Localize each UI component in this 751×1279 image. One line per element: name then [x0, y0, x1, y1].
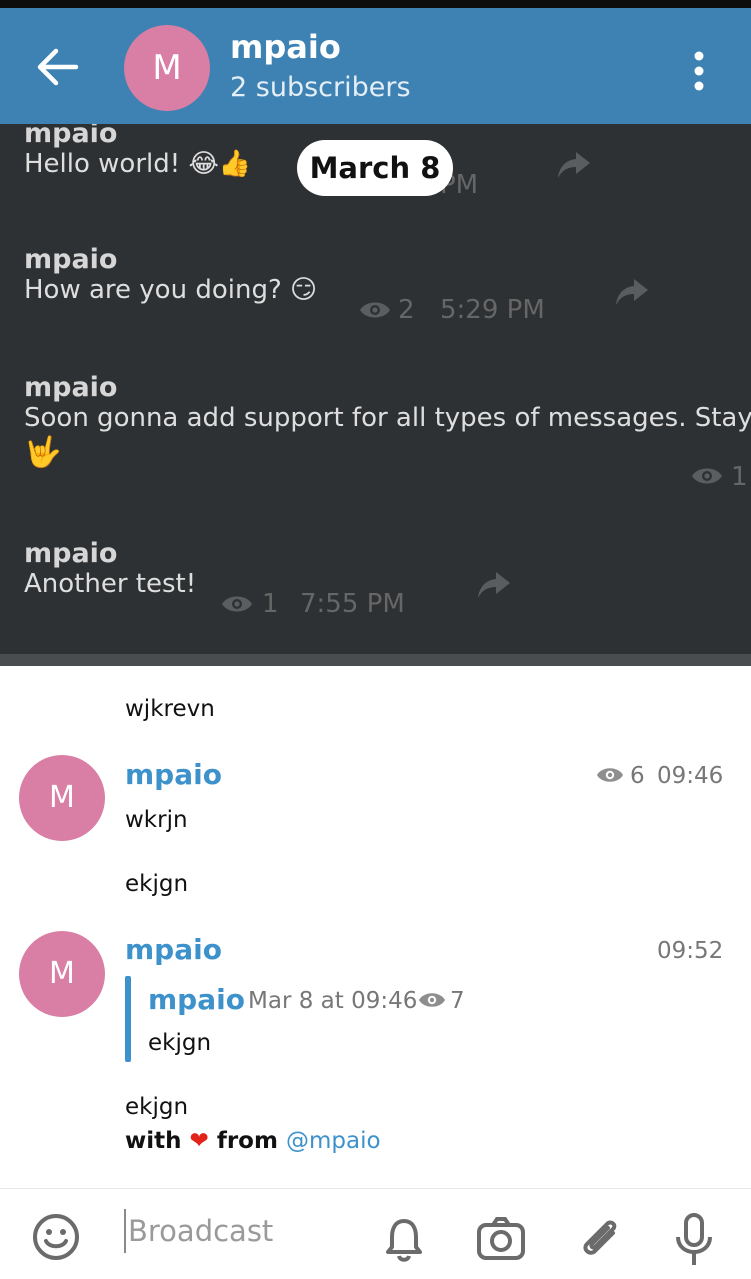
reply-views: 7: [450, 988, 465, 1014]
eye-icon: [692, 468, 722, 484]
subscriber-count: 2 subscribers: [230, 72, 411, 103]
post-sender[interactable]: mpaio: [125, 933, 222, 966]
message-text: ekjgn: [125, 1094, 189, 1120]
eye-icon: [419, 993, 445, 1007]
dark-message-1: mpaio Hello world! 😂👍: [24, 124, 252, 179]
dark-message-4-time: 7:55 PM: [300, 589, 405, 619]
post-time: 09:52: [657, 938, 724, 964]
broadcast-input[interactable]: [124, 1209, 354, 1253]
dark-message-3-views: 1: [731, 462, 748, 492]
channel-title[interactable]: mpaio: [230, 28, 341, 66]
camera-icon[interactable]: [476, 1217, 526, 1261]
reply-text: ekjgn: [148, 1030, 212, 1056]
chat-header: M mpaio 2 subscribers: [0, 8, 751, 124]
forward-icon: [478, 572, 510, 598]
post-sender[interactable]: mpaio: [125, 758, 222, 791]
composer-bar: [0, 1188, 751, 1279]
eye-icon: [360, 302, 390, 318]
back-arrow-icon[interactable]: [30, 44, 84, 90]
paperclip-icon[interactable]: [577, 1213, 623, 1265]
view-count: 6: [630, 763, 645, 789]
dark-message-4-views: 1: [262, 589, 279, 619]
mention-link[interactable]: @mpaio: [286, 1128, 381, 1154]
heart-icon: ❤: [189, 1128, 209, 1154]
more-menu-icon[interactable]: [690, 49, 708, 93]
eye-icon: [597, 768, 623, 782]
message-footer: with ❤ from @mpaio: [125, 1128, 381, 1154]
avatar[interactable]: M: [19, 755, 105, 841]
dark-message-2-views: 2: [398, 295, 415, 325]
forward-icon: [558, 152, 590, 178]
message-text: wjkrevn: [125, 696, 215, 722]
dark-message-2: mpaio How are you doing? 😏: [24, 244, 318, 305]
date-pill: March 8: [297, 140, 453, 196]
embedded-screenshot: mpaio Hello world! 😂👍 PM March 8 mpaio H…: [0, 124, 751, 654]
avatar[interactable]: M: [19, 931, 105, 1017]
post-time: 09:46: [657, 763, 724, 789]
dark-message-2-time: 5:29 PM: [440, 295, 545, 325]
divider: [0, 654, 751, 666]
eye-icon: [222, 596, 252, 612]
message-text: wkrjn: [125, 807, 188, 833]
message-text: ekjgn: [125, 871, 189, 897]
microphone-icon[interactable]: [674, 1213, 714, 1267]
dark-message-4: mpaio Another test!: [24, 538, 197, 599]
channel-feed: wjkrevn M mpaio 6 09:46 wkrjn ekjgn M mp…: [0, 666, 751, 1188]
dark-message-3: mpaio Soon gonna add support for all typ…: [24, 372, 751, 470]
forward-icon: [616, 279, 648, 305]
channel-avatar[interactable]: M: [124, 25, 210, 111]
status-bar: [0, 0, 751, 8]
reply-sender[interactable]: mpaio: [148, 983, 245, 1016]
bell-icon[interactable]: [384, 1217, 424, 1263]
reply-quote-bar: [125, 976, 131, 1062]
smiley-icon[interactable]: [32, 1213, 80, 1261]
reply-date: Mar 8 at 09:46: [248, 988, 418, 1014]
